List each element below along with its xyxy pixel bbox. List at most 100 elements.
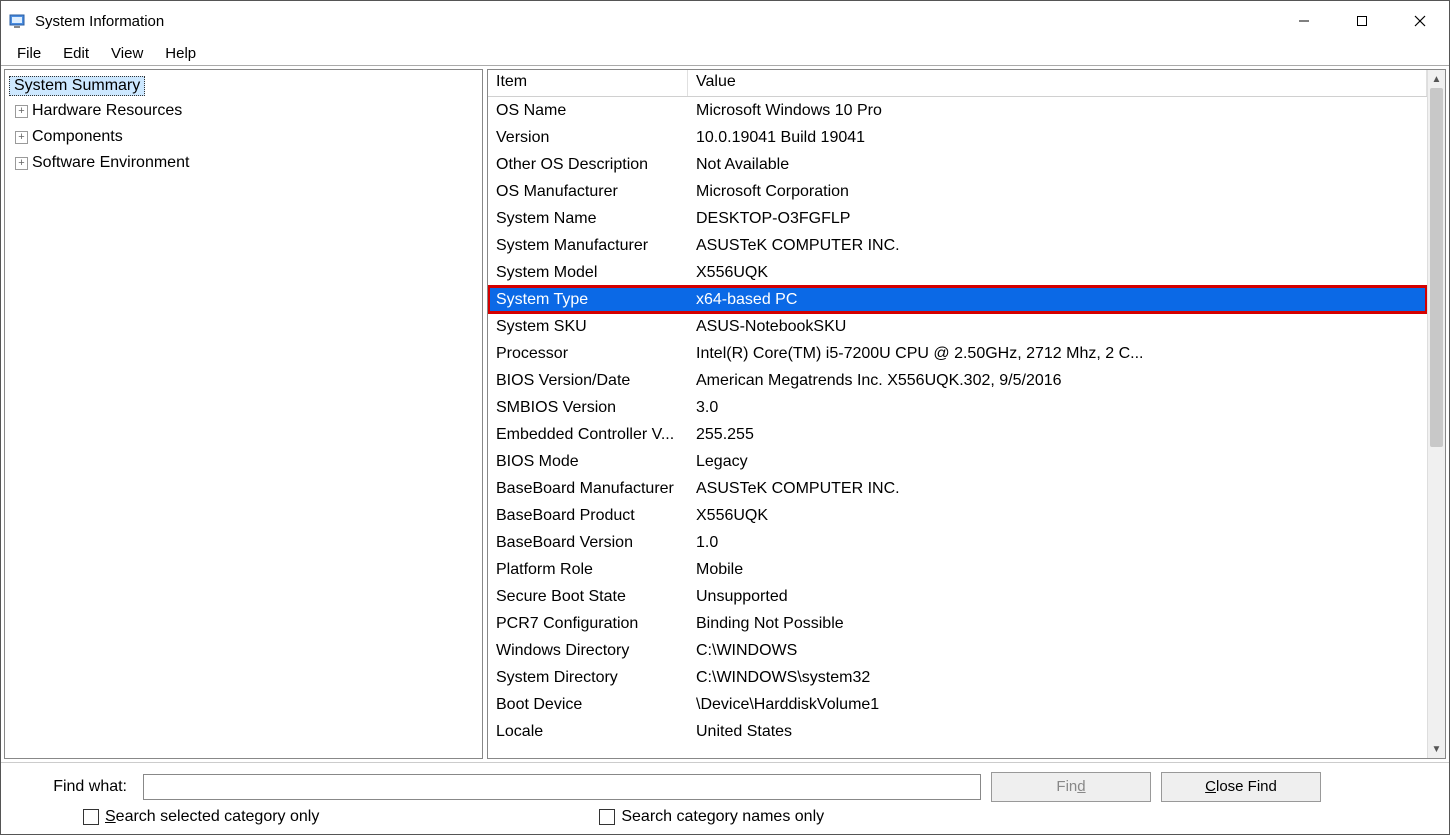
table-row[interactable]: BaseBoard ManufacturerASUSTeK COMPUTER I… bbox=[488, 475, 1427, 502]
maximize-button[interactable] bbox=[1333, 1, 1391, 41]
find-button[interactable]: Find bbox=[991, 772, 1151, 802]
cell-item: Platform Role bbox=[488, 561, 688, 579]
cell-value: Binding Not Possible bbox=[688, 615, 1427, 633]
scroll-track[interactable] bbox=[1428, 88, 1445, 740]
cell-value: Unsupported bbox=[688, 588, 1427, 606]
vertical-scrollbar[interactable]: ▲ ▼ bbox=[1427, 70, 1445, 758]
table-row[interactable]: BIOS Version/DateAmerican Megatrends Inc… bbox=[488, 367, 1427, 394]
cell-value: C:\WINDOWS\system32 bbox=[688, 669, 1427, 687]
cell-item: BaseBoard Manufacturer bbox=[488, 480, 688, 498]
table-row[interactable]: System NameDESKTOP-O3FGFLP bbox=[488, 205, 1427, 232]
table-row[interactable]: Secure Boot StateUnsupported bbox=[488, 583, 1427, 610]
cell-value: Microsoft Corporation bbox=[688, 183, 1427, 201]
expand-icon[interactable]: + bbox=[15, 157, 28, 170]
cell-item: System SKU bbox=[488, 318, 688, 336]
table-row[interactable]: LocaleUnited States bbox=[488, 718, 1427, 745]
tree-item-label: Software Environment bbox=[32, 154, 189, 172]
cell-value: 3.0 bbox=[688, 399, 1427, 417]
menu-view[interactable]: View bbox=[101, 45, 153, 62]
cell-value: \Device\HarddiskVolume1 bbox=[688, 696, 1427, 714]
table-row[interactable]: Platform RoleMobile bbox=[488, 556, 1427, 583]
table-row[interactable]: System ManufacturerASUSTeK COMPUTER INC. bbox=[488, 232, 1427, 259]
cell-item: BIOS Mode bbox=[488, 453, 688, 471]
system-information-window: System Information File Edit View Help S… bbox=[0, 0, 1450, 835]
expand-icon[interactable]: + bbox=[15, 131, 28, 144]
details-grid[interactable]: Item Value OS NameMicrosoft Windows 10 P… bbox=[488, 70, 1427, 758]
search-selected-checkbox[interactable]: Search selected category only bbox=[83, 808, 319, 826]
titlebar: System Information bbox=[1, 1, 1449, 41]
menu-help[interactable]: Help bbox=[155, 45, 206, 62]
table-row[interactable]: Boot Device\Device\HarddiskVolume1 bbox=[488, 691, 1427, 718]
cell-item: Locale bbox=[488, 723, 688, 741]
window-title: System Information bbox=[35, 13, 164, 30]
cell-item: System Type bbox=[488, 291, 688, 309]
checkbox-icon[interactable] bbox=[83, 809, 99, 825]
cell-value: Mobile bbox=[688, 561, 1427, 579]
table-row[interactable]: BaseBoard Version1.0 bbox=[488, 529, 1427, 556]
cell-value: Legacy bbox=[688, 453, 1427, 471]
find-input[interactable] bbox=[143, 774, 981, 800]
cell-value: X556UQK bbox=[688, 264, 1427, 282]
table-row[interactable]: BaseBoard ProductX556UQK bbox=[488, 502, 1427, 529]
content-area: System Summary + Hardware Resources + Co… bbox=[1, 65, 1449, 762]
table-row[interactable]: OS ManufacturerMicrosoft Corporation bbox=[488, 178, 1427, 205]
cell-value: x64-based PC bbox=[688, 291, 1427, 309]
tree-root-system-summary[interactable]: System Summary bbox=[9, 76, 145, 96]
cell-value: 255.255 bbox=[688, 426, 1427, 444]
tree-item-hardware-resources[interactable]: + Hardware Resources bbox=[9, 98, 478, 124]
table-row[interactable]: System Typex64-based PC bbox=[488, 286, 1427, 313]
cell-item: Other OS Description bbox=[488, 156, 688, 174]
cell-item: Windows Directory bbox=[488, 642, 688, 660]
checkbox-icon[interactable] bbox=[599, 809, 615, 825]
table-row[interactable]: PCR7 ConfigurationBinding Not Possible bbox=[488, 610, 1427, 637]
table-row[interactable]: OS NameMicrosoft Windows 10 Pro bbox=[488, 97, 1427, 124]
tree-item-software-environment[interactable]: + Software Environment bbox=[9, 150, 478, 176]
details-pane: Item Value OS NameMicrosoft Windows 10 P… bbox=[487, 69, 1446, 759]
column-header-item[interactable]: Item bbox=[488, 70, 688, 96]
tree-item-label: Components bbox=[32, 128, 123, 146]
scroll-thumb[interactable] bbox=[1430, 88, 1443, 447]
tree-item-label: Hardware Resources bbox=[32, 102, 182, 120]
cell-value: Microsoft Windows 10 Pro bbox=[688, 102, 1427, 120]
column-header-value[interactable]: Value bbox=[688, 70, 1427, 96]
menu-edit[interactable]: Edit bbox=[53, 45, 99, 62]
tree-item-components[interactable]: + Components bbox=[9, 124, 478, 150]
scroll-up-icon[interactable]: ▲ bbox=[1428, 70, 1445, 88]
cell-value: ASUS-NotebookSKU bbox=[688, 318, 1427, 336]
table-row[interactable]: Windows DirectoryC:\WINDOWS bbox=[488, 637, 1427, 664]
window-controls bbox=[1275, 1, 1449, 41]
cell-value: Not Available bbox=[688, 156, 1427, 174]
table-row[interactable]: Version10.0.19041 Build 19041 bbox=[488, 124, 1427, 151]
cell-item: SMBIOS Version bbox=[488, 399, 688, 417]
category-tree[interactable]: System Summary + Hardware Resources + Co… bbox=[4, 69, 483, 759]
menubar: File Edit View Help bbox=[1, 41, 1449, 65]
scroll-down-icon[interactable]: ▼ bbox=[1428, 740, 1445, 758]
cell-value: 10.0.19041 Build 19041 bbox=[688, 129, 1427, 147]
search-names-checkbox[interactable]: Search category names only bbox=[599, 808, 824, 826]
table-row[interactable]: System SKUASUS-NotebookSKU bbox=[488, 313, 1427, 340]
menu-file[interactable]: File bbox=[7, 45, 51, 62]
close-find-button[interactable]: Close Find bbox=[1161, 772, 1321, 802]
expand-icon[interactable]: + bbox=[15, 105, 28, 118]
cell-item: BIOS Version/Date bbox=[488, 372, 688, 390]
minimize-button[interactable] bbox=[1275, 1, 1333, 41]
cell-item: System Manufacturer bbox=[488, 237, 688, 255]
cell-item: Boot Device bbox=[488, 696, 688, 714]
grid-header: Item Value bbox=[488, 70, 1427, 97]
cell-value: ASUSTeK COMPUTER INC. bbox=[688, 480, 1427, 498]
table-row[interactable]: Embedded Controller V...255.255 bbox=[488, 421, 1427, 448]
table-row[interactable]: Other OS DescriptionNot Available bbox=[488, 151, 1427, 178]
table-row[interactable]: System DirectoryC:\WINDOWS\system32 bbox=[488, 664, 1427, 691]
table-row[interactable]: BIOS ModeLegacy bbox=[488, 448, 1427, 475]
table-row[interactable]: SMBIOS Version3.0 bbox=[488, 394, 1427, 421]
table-row[interactable]: ProcessorIntel(R) Core(TM) i5-7200U CPU … bbox=[488, 340, 1427, 367]
table-row[interactable]: System ModelX556UQK bbox=[488, 259, 1427, 286]
close-button[interactable] bbox=[1391, 1, 1449, 41]
cell-value: ASUSTeK COMPUTER INC. bbox=[688, 237, 1427, 255]
cell-value: Intel(R) Core(TM) i5-7200U CPU @ 2.50GHz… bbox=[688, 345, 1427, 363]
cell-item: OS Manufacturer bbox=[488, 183, 688, 201]
cell-value: X556UQK bbox=[688, 507, 1427, 525]
cell-value: DESKTOP-O3FGFLP bbox=[688, 210, 1427, 228]
cell-value: C:\WINDOWS bbox=[688, 642, 1427, 660]
cell-item: Processor bbox=[488, 345, 688, 363]
